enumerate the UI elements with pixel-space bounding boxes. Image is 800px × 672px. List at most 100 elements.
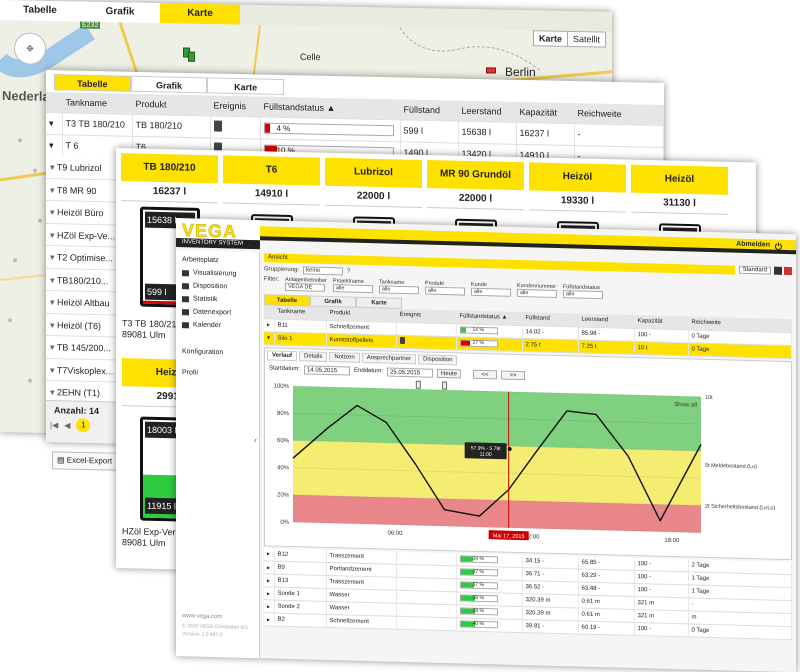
chevron-right-icon[interactable]: ▸ <box>264 560 274 575</box>
chevron-right-icon[interactable]: ▸ <box>264 547 274 562</box>
col-produkt[interactable]: Produkt <box>132 93 210 116</box>
list-item[interactable]: ▾ T8 MR 90 <box>46 178 116 203</box>
start-date-input[interactable]: 14.05.2015 <box>304 364 351 376</box>
chevron-right-icon[interactable]: ▸ <box>264 586 274 601</box>
chevron-down-icon[interactable]: ▾ <box>50 207 57 217</box>
filter-select[interactable]: alle <box>470 287 511 297</box>
chevron-right-icon[interactable]: ▸ <box>264 573 274 588</box>
tab-ansprechpartner[interactable]: Ansprechpartner <box>361 352 417 364</box>
filter-4[interactable]: Kunde alle <box>470 282 511 297</box>
col-reichweite[interactable]: Reichweite <box>574 103 664 125</box>
logout-link[interactable]: Abmelden <box>736 241 770 249</box>
grouping-select[interactable]: keine <box>303 266 344 276</box>
filter-select[interactable]: alle <box>332 284 373 294</box>
filter-3[interactable]: Produkt alle <box>424 281 465 296</box>
cell-tankname: B11 <box>274 318 326 333</box>
filter-2[interactable]: Tankname alle <box>378 279 419 295</box>
fill-level-chart[interactable]: 100%80%60%40%20%0%06:0012:0018:00Mai 17,… <box>265 375 789 557</box>
end-date-input[interactable]: 25.05.2015 <box>387 367 434 378</box>
chevron-right-icon[interactable]: ▸ <box>264 612 274 627</box>
tank-marker-icon[interactable] <box>188 51 195 62</box>
col-ereignis[interactable]: Ereignis <box>210 95 260 117</box>
map-type-satellit[interactable]: Satellit <box>568 32 605 47</box>
col-kapazitaet[interactable]: Kapazität <box>516 101 574 124</box>
tab-tabelle[interactable]: Tabelle <box>264 294 310 307</box>
chevron-down-icon[interactable]: ▾ <box>50 162 57 172</box>
map-type-karte[interactable]: Karte <box>533 31 568 46</box>
tab-notizen[interactable]: Notizen <box>329 351 360 363</box>
sidebar-item-kalender[interactable]: Kalender <box>176 318 259 333</box>
col-tankname[interactable]: Tankname <box>62 92 132 114</box>
list-item[interactable]: ▾ Heizöl (T6) <box>46 313 116 338</box>
show-all-button[interactable]: Show all <box>674 402 697 409</box>
tab-karte[interactable]: Karte <box>356 296 402 309</box>
filter-select[interactable]: VEGA DE <box>285 282 325 292</box>
chevron-down-icon[interactable]: ▾ <box>50 365 57 375</box>
tab-grafik[interactable]: Grafik <box>130 75 208 94</box>
next-button[interactable]: >> <box>501 370 526 380</box>
list-item[interactable]: ▾ TB 145/200... <box>46 336 116 360</box>
list-item[interactable]: ▾ HZöl Exp-Ve... <box>46 223 116 248</box>
tab-verlauf[interactable]: Verlauf <box>267 349 298 361</box>
list-item[interactable]: ▾ Heizöl Altbau <box>46 291 116 315</box>
list-item[interactable]: ▾ TB180/210... <box>46 268 116 293</box>
list-item[interactable]: ▾ T9 Lubrizol <box>46 156 116 180</box>
sidebar: Arbeitsplatz Visualisierung Disposition … <box>176 250 263 659</box>
card-title: Lubrizol <box>325 157 422 188</box>
prev-button[interactable]: << <box>473 369 498 379</box>
today-button[interactable]: Heute <box>437 368 462 378</box>
filter-5[interactable]: Kundennummer alle <box>516 283 557 298</box>
filter-select[interactable]: alle <box>424 286 465 296</box>
delete-icon[interactable] <box>784 266 792 276</box>
chevron-down-icon[interactable]: ▾ <box>50 320 57 330</box>
chevron-down-icon[interactable]: ▾ <box>50 387 57 397</box>
chevron-down-icon[interactable]: ▾ <box>264 331 274 345</box>
cell-tankname: Sonde 1 <box>274 587 326 602</box>
sidebar-item-profil[interactable]: Profil <box>176 366 259 381</box>
page-number[interactable]: 1 <box>76 418 91 433</box>
logout-icon[interactable]: ⏻ <box>775 242 782 253</box>
list-item[interactable]: ▾ Heizöl Büro <box>46 201 116 225</box>
chevron-right-icon[interactable]: ▸ <box>264 599 274 614</box>
first-page-icon[interactable]: |◀ <box>50 420 58 429</box>
chevron-down-icon[interactable]: ▾ <box>50 252 57 262</box>
save-icon[interactable] <box>774 266 782 275</box>
tab-details[interactable]: Details <box>299 350 328 362</box>
list-item[interactable]: ▾ T2 Optimise... <box>46 246 116 270</box>
tab-grafik[interactable]: Grafik <box>310 295 356 308</box>
filter-0[interactable]: Anlagenbetreiber VEGA DE <box>285 277 327 292</box>
help-icon[interactable]: ? <box>347 268 350 274</box>
fill-bar: 14 % <box>459 326 498 335</box>
tab-karte[interactable]: Karte <box>160 3 240 25</box>
expand-col <box>264 305 274 319</box>
view-select[interactable]: Standard <box>738 265 771 275</box>
filter-select[interactable]: alle <box>562 290 603 300</box>
excel-export-button[interactable]: ▤ Excel-Export <box>52 451 118 471</box>
col-leerstand[interactable]: Leerstand <box>458 100 516 122</box>
tab-grafik[interactable]: Grafik <box>80 1 160 24</box>
filter-select[interactable]: alle <box>516 288 557 298</box>
chevron-down-icon[interactable]: ▾ <box>46 134 62 157</box>
collapse-sidebar-icon[interactable]: ‹ <box>248 432 263 448</box>
chevron-down-icon[interactable]: ▾ <box>50 230 57 240</box>
chevron-down-icon[interactable]: ▾ <box>50 185 57 195</box>
filter-select[interactable]: alle <box>378 285 419 295</box>
prev-page-icon[interactable]: ◀ <box>64 420 70 429</box>
col-fuellstand[interactable]: Füllstand <box>400 99 458 121</box>
chevron-right-icon[interactable]: ▸ <box>264 318 274 332</box>
card-title: Heizöl <box>631 164 728 195</box>
tab-tabelle[interactable]: Tabelle <box>0 0 80 22</box>
tab-karte[interactable]: Karte <box>207 77 285 95</box>
tab-tabelle[interactable]: Tabelle <box>54 74 131 92</box>
chevron-down-icon[interactable]: ▾ <box>50 297 57 307</box>
chevron-down-icon[interactable]: ▾ <box>46 112 62 135</box>
chevron-down-icon[interactable]: ▾ <box>50 342 57 352</box>
list-item[interactable]: ▾ T7Viskoplex... <box>46 358 116 383</box>
pan-control-icon[interactable]: ✥ <box>14 32 46 65</box>
tab-disposition[interactable]: Disposition <box>418 353 458 365</box>
chevron-down-icon[interactable]: ▾ <box>50 275 57 285</box>
col-tankname[interactable]: Tankname <box>274 305 326 320</box>
sidebar-item-konfiguration[interactable]: Konfiguration <box>176 345 259 360</box>
filter-1[interactable]: Projektname alle <box>332 278 373 294</box>
filter-6[interactable]: Füllstandstatus alle <box>562 284 603 300</box>
